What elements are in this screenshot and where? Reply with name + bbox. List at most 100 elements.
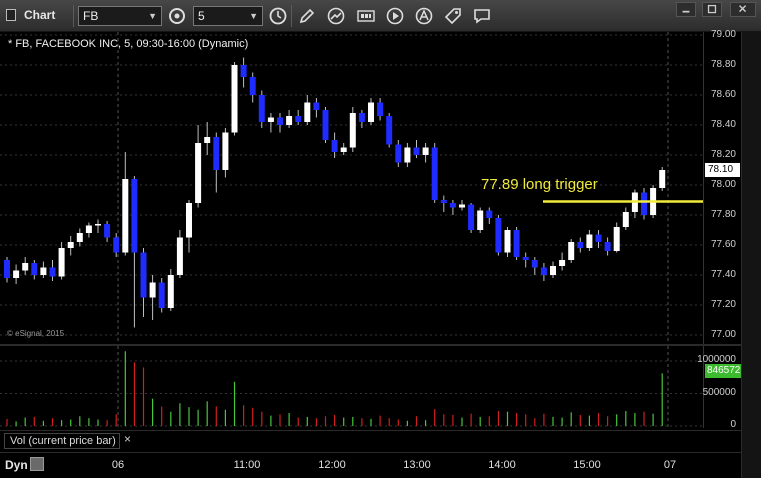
candle-up [122,179,129,253]
symbol-link-icon[interactable] [167,6,187,26]
candle-down [495,218,502,253]
candle-up [95,224,101,226]
minimize-button[interactable] [676,2,696,17]
last-volume-flag: 846572 [705,363,741,378]
close-icon [739,5,747,13]
price-tick-label: 78.60 [710,89,736,100]
candle-up [559,260,566,266]
candle-down [513,230,520,257]
clock-icon[interactable] [268,6,288,26]
volume-study-bar: Vol (current price bar) × [0,430,741,450]
candle-up [304,102,311,122]
toolbar-divider [291,5,292,27]
lock-icon[interactable] [30,457,44,471]
pencil-icon[interactable] [297,6,317,26]
trend-icon[interactable] [326,6,346,26]
candle-up [404,147,411,163]
candle-down [377,102,384,116]
candle-down [322,110,329,140]
volume-tick-label: 500000 [702,386,736,398]
candle-down [277,117,283,125]
minimize-icon [682,10,690,13]
candle-down [522,257,529,260]
candle-down [604,242,611,251]
candle-down [295,116,302,122]
symbol-input[interactable]: FB ▼ [78,6,162,26]
candle-down [641,192,647,215]
candle-up [13,270,20,278]
candle-down [531,260,538,268]
candle-up [231,65,238,133]
candle-down [449,203,456,208]
dyn-label[interactable]: Dyn [5,458,28,472]
time-tick-label: 11:00 [233,459,261,471]
candle-up [58,248,65,277]
close-button[interactable] [730,2,756,17]
tag-icon[interactable] [443,6,463,26]
candle-down [386,116,393,145]
chart-symbol-label: * FB, FACEBOOK INC, 5, 09:30-16:00 (Dyna… [8,38,249,50]
candle-down [158,282,165,308]
time-tick-label: 13:00 [403,459,431,471]
candle-down [540,267,547,275]
chart-window-icon [6,9,16,21]
candle-up [67,242,74,248]
chevron-down-icon[interactable]: ▼ [148,7,157,25]
price-tick-label: 77.60 [710,239,736,250]
interval-input[interactable]: 5 ▼ [193,6,263,26]
candle-up [368,102,374,122]
candle-up [167,275,174,308]
candle-down [258,95,265,122]
candle-down [358,113,365,122]
price-tick-label: 78.40 [710,119,736,130]
volume-study-label[interactable]: Vol (current price bar) [4,433,120,449]
candle-up [267,117,274,122]
time-tick-label: 15:00 [573,459,601,471]
candle-down [595,234,602,242]
candle-down [413,147,420,155]
candle-up [586,234,593,248]
price-tick-label: 77.80 [710,209,736,220]
candle-up [222,132,229,170]
price-axis[interactable]: 79.00 78.80 78.60 78.40 78.20 78.00 77.80 77.60… [703,29,741,344]
trigger-annotation[interactable]: 77.89 long trigger [481,176,598,193]
candle-up [22,263,29,271]
alert-icon[interactable] [414,6,434,26]
candle-down [313,102,320,110]
symbol-value: FB [83,9,99,23]
price-tick-label: 77.20 [710,299,736,310]
candle-up [176,237,183,275]
comment-icon[interactable] [472,6,492,26]
candle-down [104,224,111,238]
candle-up [477,210,484,230]
candle-up [659,170,666,188]
close-study-icon[interactable]: × [124,432,131,446]
window-title: Chart [24,8,56,22]
candle-down [468,204,475,230]
candle-up [204,137,211,143]
candle-up [459,204,465,208]
candle-up [613,227,620,251]
time-tick-label: 12:00 [318,459,346,471]
right-scroll-strip[interactable] [741,32,761,478]
price-tick-label: 77.40 [710,269,736,280]
maximize-icon [707,4,717,14]
maximize-button[interactable] [702,2,722,17]
price-tick-label: 77.00 [710,329,736,340]
price-chart-pane[interactable]: * FB, FACEBOOK INC, 5, 09:30-16:00 (Dyna… [0,32,703,344]
chevron-down-icon[interactable]: ▼ [249,7,258,25]
volume-chart-pane[interactable] [0,346,703,428]
copyright-text: © eSignal, 2015 [7,329,65,338]
candle-down [440,200,447,203]
study-icon[interactable] [356,6,376,26]
time-axis[interactable]: Dyn 06 11:00 12:00 13:00 14:00 15:00 07 [0,452,741,478]
chart-toolbar: Chart FB ▼ 5 ▼ [0,0,761,32]
interval-value: 5 [198,9,205,23]
candle-down [213,137,220,170]
volume-axis[interactable]: 1000000 500000 0 [697,346,741,430]
candle-down [240,65,247,77]
play-icon[interactable] [385,6,405,26]
candle-up [149,282,156,298]
candle-down [331,140,338,152]
time-tick-label: 07 [663,459,677,471]
